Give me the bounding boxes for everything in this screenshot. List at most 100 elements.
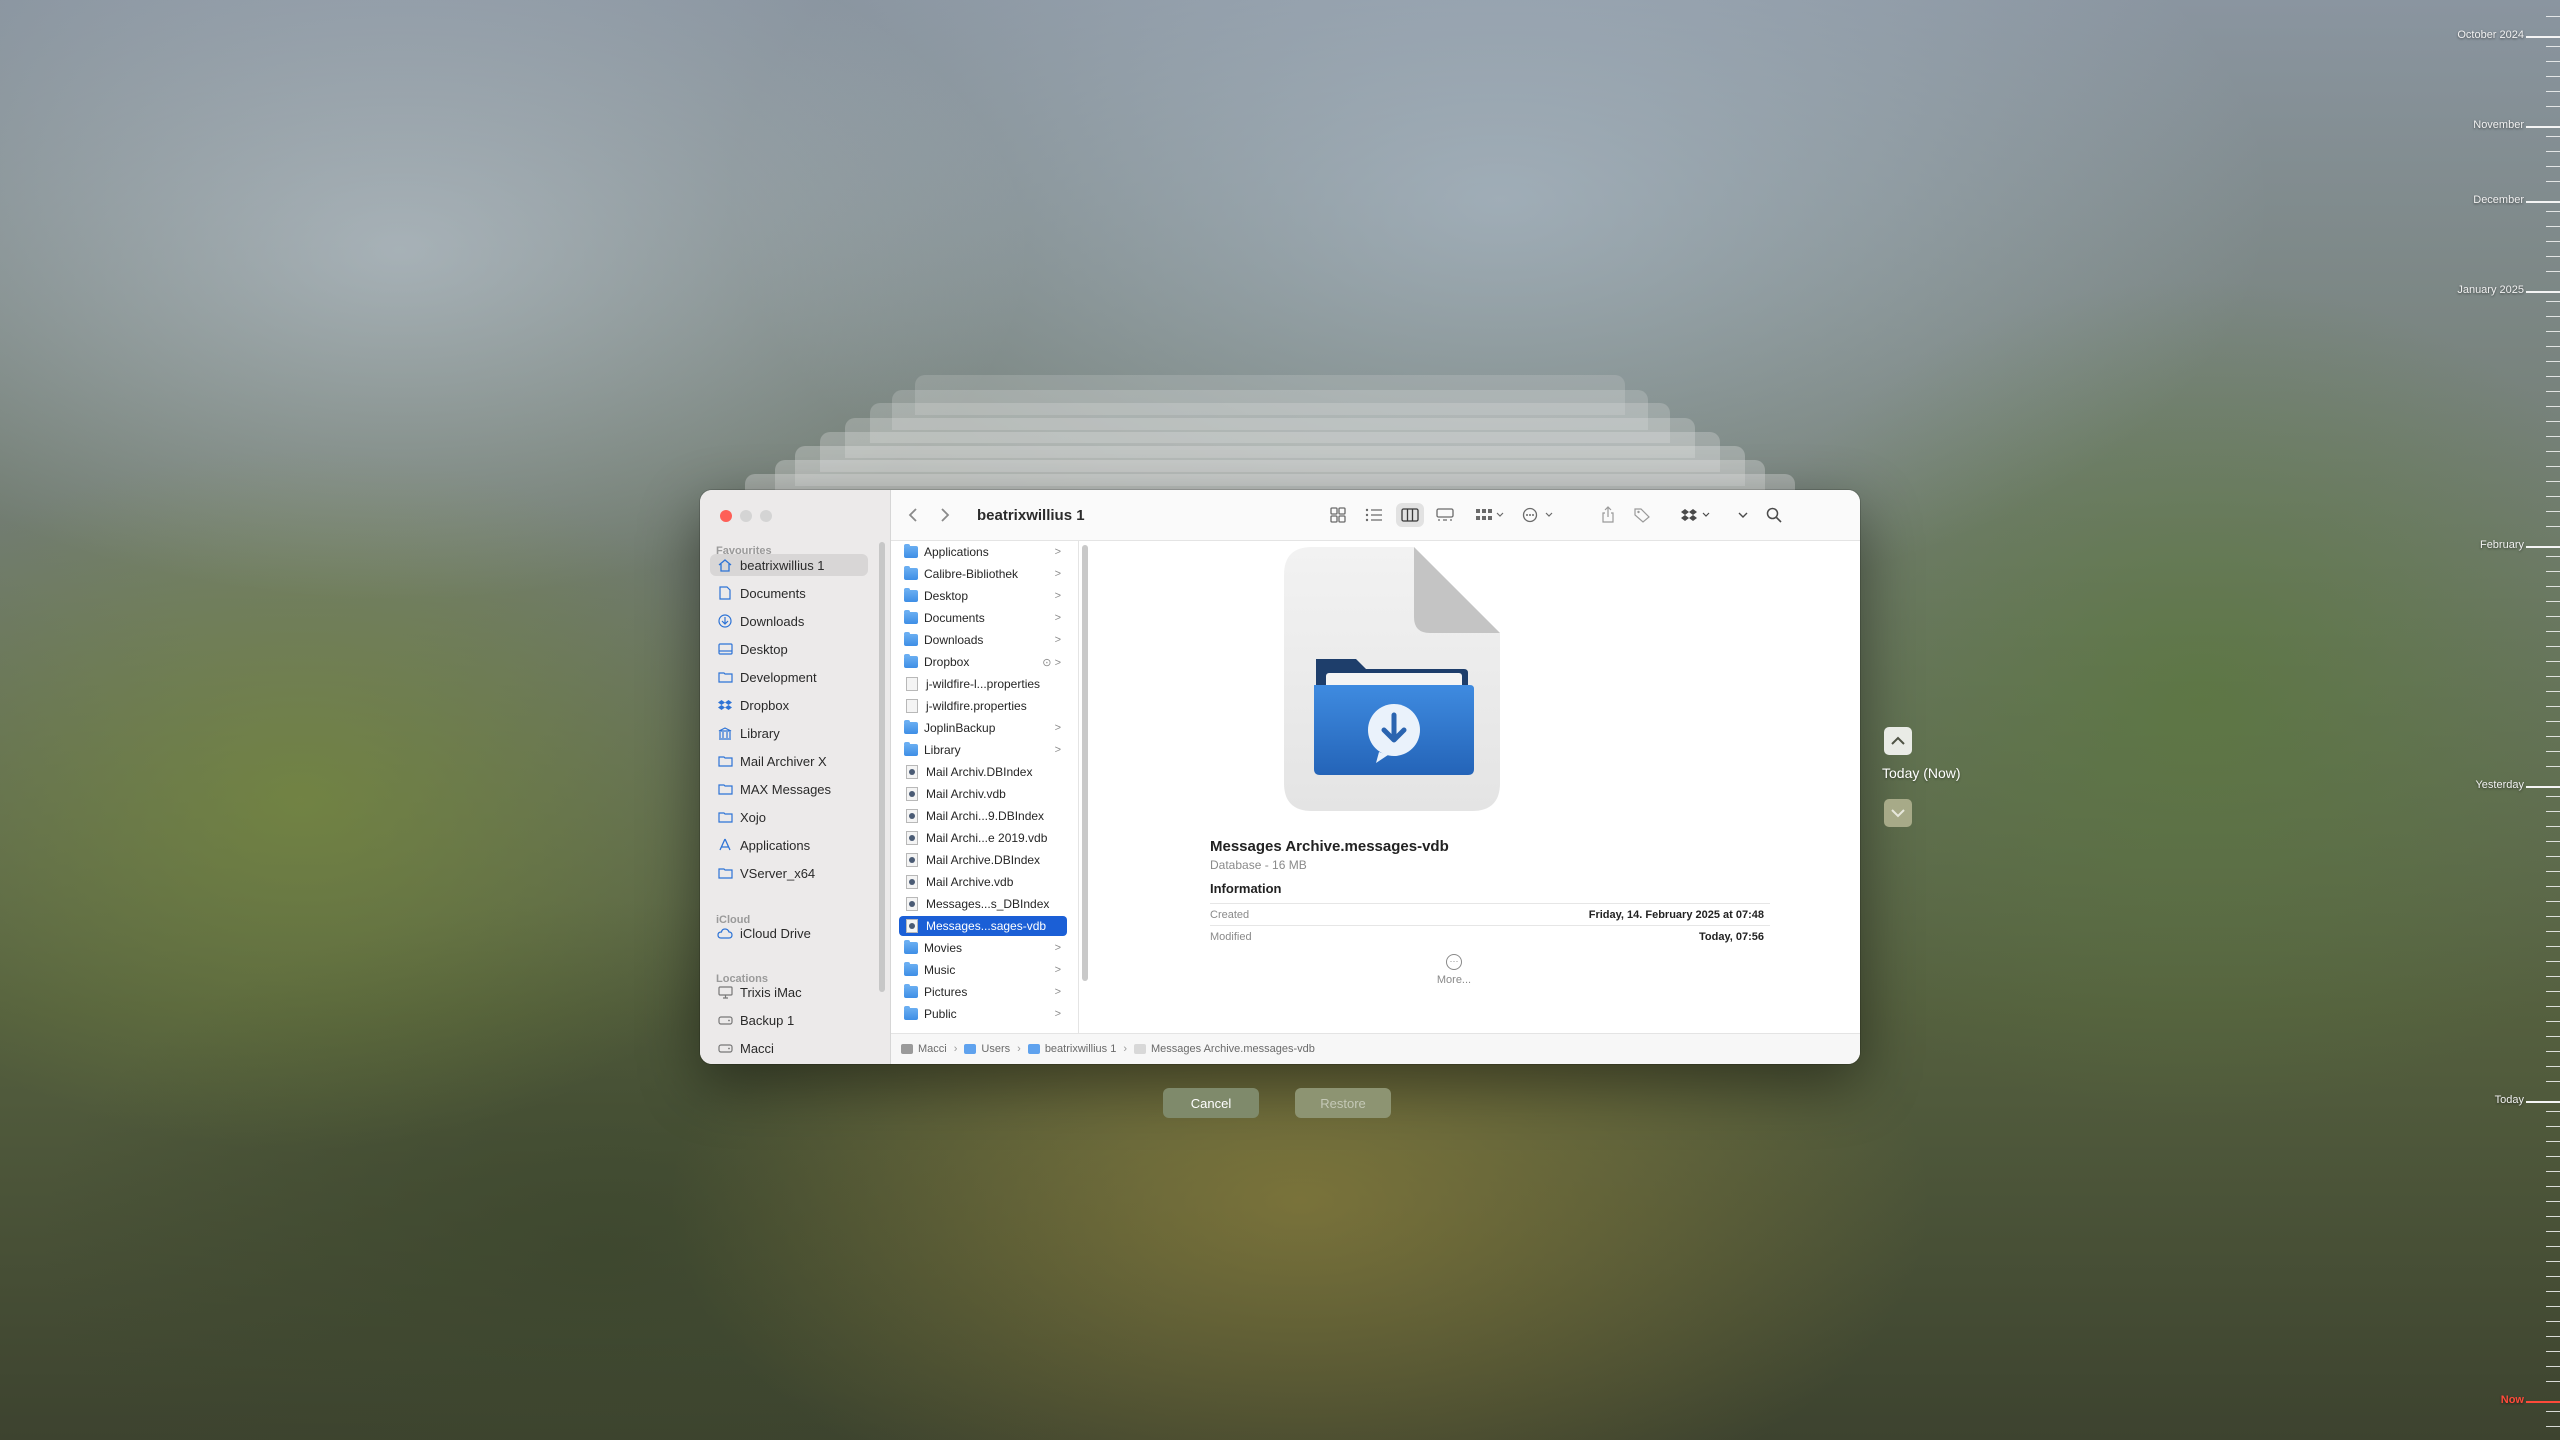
timeline-minor-tick[interactable] <box>2546 16 2560 17</box>
cancel-button[interactable]: Cancel <box>1163 1088 1259 1118</box>
timeline-label[interactable]: October 2024 <box>2457 29 2524 41</box>
timeline-minor-tick[interactable] <box>2546 961 2560 962</box>
timeline-minor-tick[interactable] <box>2546 571 2560 572</box>
sidebar-item-icloud-drive[interactable]: iCloud Drive <box>710 922 868 944</box>
timeline-minor-tick[interactable] <box>2546 811 2560 812</box>
timeline-minor-tick[interactable] <box>2546 1201 2560 1202</box>
timeline-minor-tick[interactable] <box>2546 616 2560 617</box>
timeline-major-tick[interactable] <box>2526 546 2560 548</box>
timeline-minor-tick[interactable] <box>2546 1156 2560 1157</box>
timeline-major-tick[interactable] <box>2526 201 2560 203</box>
timeline-minor-tick[interactable] <box>2546 151 2560 152</box>
timeline-label[interactable]: Now <box>2501 1394 2524 1406</box>
timeline-major-tick[interactable] <box>2526 36 2560 38</box>
timeline-minor-tick[interactable] <box>2546 721 2560 722</box>
file-row[interactable]: Mail Archi...9.DBIndex <box>899 806 1067 826</box>
timeline-minor-tick[interactable] <box>2546 991 2560 992</box>
timeline-minor-tick[interactable] <box>2546 256 2560 257</box>
group-button[interactable] <box>1471 503 1509 527</box>
path-segment[interactable]: Users <box>964 1043 1010 1055</box>
timeline-minor-tick[interactable] <box>2546 691 2560 692</box>
timeline-minor-tick[interactable] <box>2546 646 2560 647</box>
timeline-minor-tick[interactable] <box>2546 1411 2560 1412</box>
timeline-minor-tick[interactable] <box>2546 1366 2560 1367</box>
timeline-minor-tick[interactable] <box>2546 331 2560 332</box>
file-row[interactable]: j-wildfire-l...properties <box>899 674 1067 694</box>
sidebar-item-max-messages[interactable]: MAX Messages <box>710 778 868 800</box>
timeline-label[interactable]: November <box>2473 119 2524 131</box>
timeline-minor-tick[interactable] <box>2546 916 2560 917</box>
timeline-major-tick[interactable] <box>2526 786 2560 788</box>
timeline[interactable]: October 2024 November December January 2025… <box>2400 0 2560 1440</box>
newer-snapshot-button[interactable] <box>1884 799 1912 827</box>
timeline-minor-tick[interactable] <box>2546 421 2560 422</box>
timeline-major-tick[interactable] <box>2526 291 2560 293</box>
timeline-minor-tick[interactable] <box>2546 871 2560 872</box>
file-row[interactable]: Messages...s_DBIndex <box>899 894 1067 914</box>
timeline-minor-tick[interactable] <box>2546 766 2560 767</box>
timeline-major-tick[interactable] <box>2526 1401 2560 1403</box>
folder-row[interactable]: Downloads > <box>899 630 1067 650</box>
timeline-minor-tick[interactable] <box>2546 886 2560 887</box>
timeline-label[interactable]: January 2025 <box>2457 284 2524 296</box>
timeline-minor-tick[interactable] <box>2546 271 2560 272</box>
close-button[interactable] <box>720 510 732 522</box>
older-snapshot-button[interactable] <box>1884 727 1912 755</box>
timeline-minor-tick[interactable] <box>2546 466 2560 467</box>
timeline-minor-tick[interactable] <box>2546 1186 2560 1187</box>
timeline-minor-tick[interactable] <box>2546 661 2560 662</box>
path-segment[interactable]: Messages Archive.messages-vdb <box>1134 1043 1315 1055</box>
timeline-minor-tick[interactable] <box>2546 1021 2560 1022</box>
column-view-button[interactable] <box>1396 503 1424 527</box>
share-button[interactable] <box>1597 503 1619 527</box>
timeline-minor-tick[interactable] <box>2546 931 2560 932</box>
sidebar-item-documents[interactable]: Documents <box>710 582 868 604</box>
sidebar-item-vserver-x64[interactable]: VServer_x64 <box>710 862 868 884</box>
folder-row[interactable]: Pictures > <box>899 982 1067 1002</box>
timeline-minor-tick[interactable] <box>2546 1261 2560 1262</box>
timeline-minor-tick[interactable] <box>2546 1276 2560 1277</box>
timeline-minor-tick[interactable] <box>2546 1111 2560 1112</box>
folder-row[interactable]: Music > <box>899 960 1067 980</box>
timeline-minor-tick[interactable] <box>2546 346 2560 347</box>
timeline-major-tick[interactable] <box>2526 126 2560 128</box>
back-button[interactable] <box>903 503 923 527</box>
timeline-minor-tick[interactable] <box>2546 1081 2560 1082</box>
timeline-minor-tick[interactable] <box>2546 1171 2560 1172</box>
timeline-minor-tick[interactable] <box>2546 1141 2560 1142</box>
folder-row[interactable]: Calibre-Bibliothek > <box>899 564 1067 584</box>
sidebar-item-trixis-imac[interactable]: Trixis iMac <box>710 981 868 1003</box>
path-segment[interactable]: Macci <box>901 1043 947 1055</box>
timeline-minor-tick[interactable] <box>2546 496 2560 497</box>
folder-row[interactable]: Documents > <box>899 608 1067 628</box>
search-button[interactable] <box>1763 503 1785 527</box>
timeline-minor-tick[interactable] <box>2546 1126 2560 1127</box>
timeline-minor-tick[interactable] <box>2546 1426 2560 1427</box>
timeline-minor-tick[interactable] <box>2546 1216 2560 1217</box>
sidebar-item-beatrixwillius-1[interactable]: beatrixwillius 1 <box>710 554 868 576</box>
timeline-minor-tick[interactable] <box>2546 1291 2560 1292</box>
list-view-button[interactable] <box>1361 503 1387 527</box>
timeline-minor-tick[interactable] <box>2546 391 2560 392</box>
file-row[interactable]: Messages...sages-vdb <box>899 916 1067 936</box>
timeline-minor-tick[interactable] <box>2546 736 2560 737</box>
timeline-minor-tick[interactable] <box>2546 601 2560 602</box>
forward-button[interactable] <box>935 503 955 527</box>
timeline-minor-tick[interactable] <box>2546 841 2560 842</box>
timeline-minor-tick[interactable] <box>2546 631 2560 632</box>
timeline-minor-tick[interactable] <box>2546 406 2560 407</box>
sidebar-item-xojo[interactable]: Xojo <box>710 806 868 828</box>
sidebar-item-desktop[interactable]: Desktop <box>710 638 868 660</box>
timeline-label[interactable]: December <box>2473 194 2524 206</box>
timeline-major-tick[interactable] <box>2526 1101 2560 1103</box>
timeline-minor-tick[interactable] <box>2546 796 2560 797</box>
timeline-minor-tick[interactable] <box>2546 106 2560 107</box>
timeline-minor-tick[interactable] <box>2546 901 2560 902</box>
timeline-minor-tick[interactable] <box>2546 1036 2560 1037</box>
timeline-minor-tick[interactable] <box>2546 706 2560 707</box>
timeline-minor-tick[interactable] <box>2546 226 2560 227</box>
more-button[interactable]: ··· More... <box>1430 954 1478 986</box>
file-row[interactable]: Mail Archiv.DBIndex <box>899 762 1067 782</box>
timeline-minor-tick[interactable] <box>2546 511 2560 512</box>
restore-button[interactable]: Restore <box>1295 1088 1391 1118</box>
